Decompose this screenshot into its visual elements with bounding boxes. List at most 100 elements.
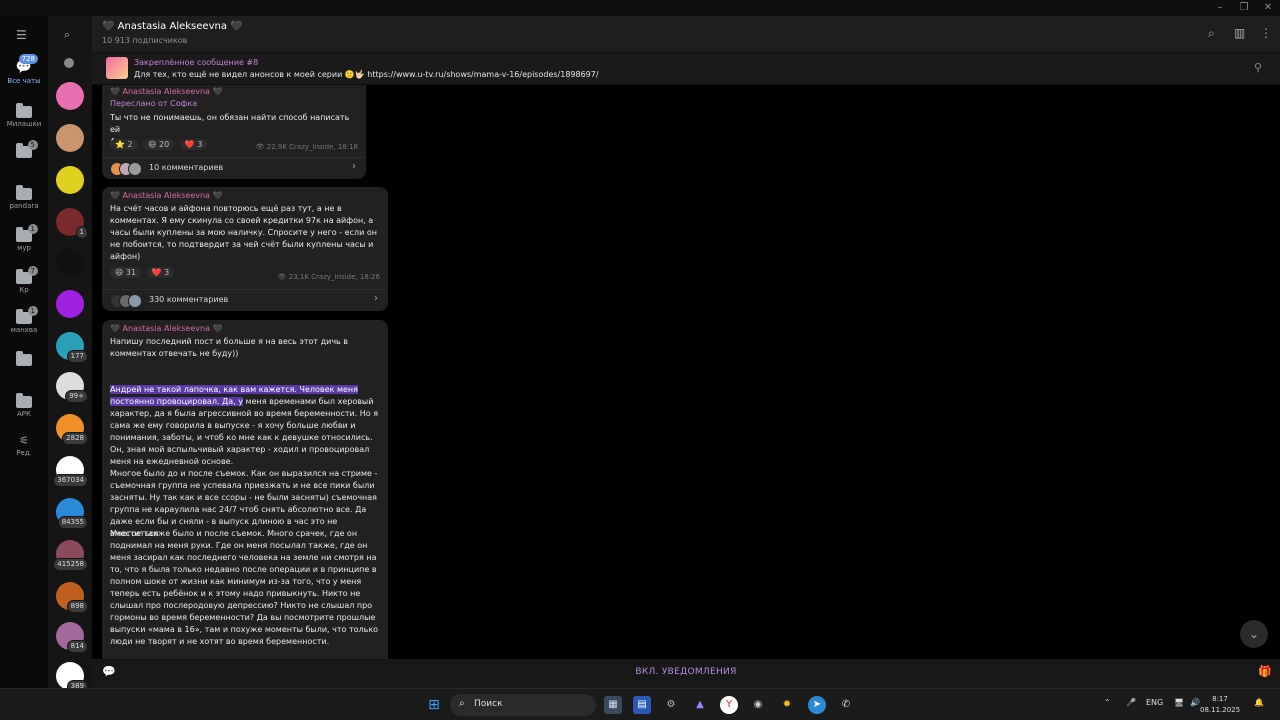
folder-unnamed-2[interactable] — [0, 351, 48, 366]
maximize-button[interactable]: ❐ — [1234, 2, 1254, 14]
folder-icon — [16, 185, 32, 200]
folder-badge: 7 — [27, 266, 38, 276]
folder-badge: 1 — [27, 306, 38, 316]
chat-avatar[interactable] — [56, 290, 84, 318]
volume-icon[interactable]: 🔊 — [1190, 698, 1200, 707]
reaction-chip[interactable]: 😄 20 — [143, 139, 175, 150]
windows-taskbar: ⊞ ⌕ Поиск ▦ ▤ ⚙ ▲ Y ◉ ✹ ➤ ✆ ⌃ 🎤 ENG 🖥 🔊 … — [0, 688, 1280, 720]
unread-badge: 898 — [66, 600, 88, 613]
folder-badge: 728 — [18, 54, 38, 64]
body-text: меня временами был херовый характер, да … — [110, 397, 379, 538]
pin-list-icon[interactable]: ⚲ — [1254, 61, 1262, 74]
more-options-icon[interactable]: ⋮ — [1260, 26, 1272, 40]
reaction-chip[interactable]: 😄 31 — [110, 267, 142, 278]
clock[interactable]: 8:17 08.11.2025 — [1200, 694, 1240, 716]
reaction-chip[interactable]: ❤️ 3 — [179, 139, 208, 150]
reactions: ⭐ 2 😄 20 ❤️ 3 — [110, 139, 210, 150]
yandex-browser-icon[interactable]: Y — [720, 696, 738, 714]
notifications-icon[interactable]: 🔔 — [1254, 698, 1264, 707]
taskbar-search[interactable]: ⌕ Поиск — [450, 694, 596, 716]
folder-label: Ред. — [16, 449, 32, 457]
folder-ark[interactable]: АРК — [0, 393, 48, 419]
steam-icon[interactable]: ⚙ — [662, 696, 680, 714]
forwarded-from: Переслано от Софка — [110, 99, 198, 108]
message-body: Андрей не такой лапочка, как вам кажется… — [110, 372, 380, 540]
chat-avatar[interactable] — [56, 166, 84, 194]
chevron-right-icon: › — [374, 293, 378, 304]
message-post: 🖤 Anastasia Alekseevna 🖤 Переслано от Со… — [102, 85, 366, 179]
edit-sliders-icon: ⚟ — [19, 434, 29, 447]
reaction-chip[interactable]: ⭐ 2 — [110, 139, 138, 150]
reactions: 😄 31 ❤️ 3 — [110, 267, 177, 278]
pinned-message-bar[interactable]: Закреплённое сообщение #8 Для тех, кто е… — [92, 52, 1280, 84]
chat-avatar[interactable] — [56, 124, 84, 152]
comments-button[interactable]: 10 комментариев › — [102, 157, 366, 179]
message-text: На счёт часов и айфона повторюсь ещё раз… — [110, 204, 377, 261]
chevron-right-icon: › — [352, 161, 356, 172]
channel-bottom-bar: 💬 ВКЛ. УВЕДОМЛЕНИЯ 🎁 — [92, 659, 1280, 688]
messages-area: 🖤 Anastasia Alekseevna 🖤 Переслано от Со… — [92, 85, 1280, 659]
gallery-app-icon[interactable]: ▦ — [604, 696, 622, 714]
comments-button[interactable]: 330 комментариев › — [102, 289, 388, 311]
unread-badge: 367034 — [53, 474, 88, 487]
chat-avatar[interactable] — [56, 82, 84, 110]
selected-text[interactable]: Андрей не такой лапочка, как вам кажется… — [110, 385, 358, 394]
folder-unnamed-1[interactable]: 5 — [0, 140, 48, 158]
chat-header[interactable]: 🖤 Anastasia Alekseevna 🖤 10 913 подписчи… — [92, 16, 1280, 52]
folder-icon — [16, 393, 32, 408]
message-author: 🖤 Anastasia Alekseevna 🖤 — [110, 324, 223, 333]
folder-sidebar: ☰ 💬 728 Все чаты Милашки 5 pandara 1 мур… — [0, 16, 48, 688]
search-icon[interactable]: ⌕ — [64, 28, 70, 42]
scroll-down-button[interactable]: ⌄ — [1240, 620, 1268, 648]
folder-mur[interactable]: 1 мур — [0, 224, 48, 253]
language-indicator[interactable]: ENG — [1146, 698, 1163, 707]
avatar — [128, 162, 142, 176]
folder-label: Милашки — [6, 120, 42, 128]
menu-icon[interactable]: ☰ — [16, 28, 27, 42]
signature-time: Crazy_Inside, 18:26 — [311, 273, 380, 281]
chevron-up-icon[interactable]: ⌃ — [1104, 698, 1111, 707]
telegram-icon[interactable]: ➤ — [808, 696, 826, 714]
folder-icon — [16, 351, 32, 366]
saved-messages-icon[interactable] — [64, 58, 74, 68]
network-icon[interactable]: 🖥 — [1174, 698, 1184, 707]
folder-kr[interactable]: 7 Кр — [0, 266, 48, 295]
unread-badge: 177 — [66, 350, 88, 363]
calendar-app-icon[interactable]: ▤ — [633, 696, 651, 714]
folder-label: Кр — [19, 286, 29, 294]
folder-all-chats[interactable]: 💬 728 Все чаты — [0, 54, 48, 86]
enable-notifications-button[interactable]: ВКЛ. УВЕДОМЛЕНИЯ — [92, 667, 1280, 677]
message-post: 🖤 Anastasia Alekseevna 🖤 Напишу последни… — [102, 320, 388, 659]
commenter-avatars — [110, 162, 150, 176]
search-icon[interactable]: ⌕ — [1208, 26, 1215, 41]
commenter-avatars — [110, 294, 150, 308]
chat-list: ⌕ 1 177 99+ 2828 367034 84355 415258 898 814 389 — [48, 16, 92, 693]
sun-app-icon[interactable]: ✹ — [778, 696, 796, 714]
close-button[interactable]: ✕ — [1258, 2, 1278, 14]
microphone-icon[interactable]: 🎤 — [1126, 698, 1136, 707]
unread-badge: 814 — [66, 640, 88, 653]
discord-icon[interactable]: ◉ — [749, 696, 767, 714]
folder-pandara[interactable]: pandara — [0, 185, 48, 211]
folder-manhva[interactable]: 1 манхва — [0, 306, 48, 335]
minimize-button[interactable]: – — [1210, 2, 1230, 14]
reaction-chip[interactable]: ❤️ 3 — [146, 267, 175, 278]
folder-milashki[interactable]: Милашки — [0, 103, 48, 129]
chat-avatar[interactable] — [56, 248, 84, 276]
view-count: 👁 23,1K — [277, 273, 309, 281]
folder-edit[interactable]: ⚟ Ред. — [0, 434, 48, 458]
subscriber-count: 10 913 подписчиков — [102, 36, 188, 45]
folder-label: pandara — [9, 202, 39, 210]
message-author: 🖤 Anastasia Alekseevna 🖤 — [110, 87, 223, 96]
launcher-icon[interactable]: ▲ — [691, 696, 709, 714]
search-icon: ⌕ — [459, 698, 465, 709]
chat-app-icon[interactable]: ✆ — [837, 696, 855, 714]
unread-badge: 2828 — [62, 432, 88, 445]
message-post: 🖤 Anastasia Alekseevna 🖤 На счёт часов и… — [102, 187, 388, 311]
pinned-text: Для тех, кто ещё не видел анонсов к моей… — [134, 70, 599, 79]
clock-time: 8:17 — [1212, 695, 1228, 703]
selected-text[interactable]: постоянно провоцировал. Да, у — [110, 397, 244, 406]
windows-start-icon[interactable]: ⊞ — [425, 696, 443, 714]
sidebar-toggle-icon[interactable]: ▥ — [1234, 26, 1245, 40]
gift-icon[interactable]: 🎁 — [1258, 665, 1272, 678]
